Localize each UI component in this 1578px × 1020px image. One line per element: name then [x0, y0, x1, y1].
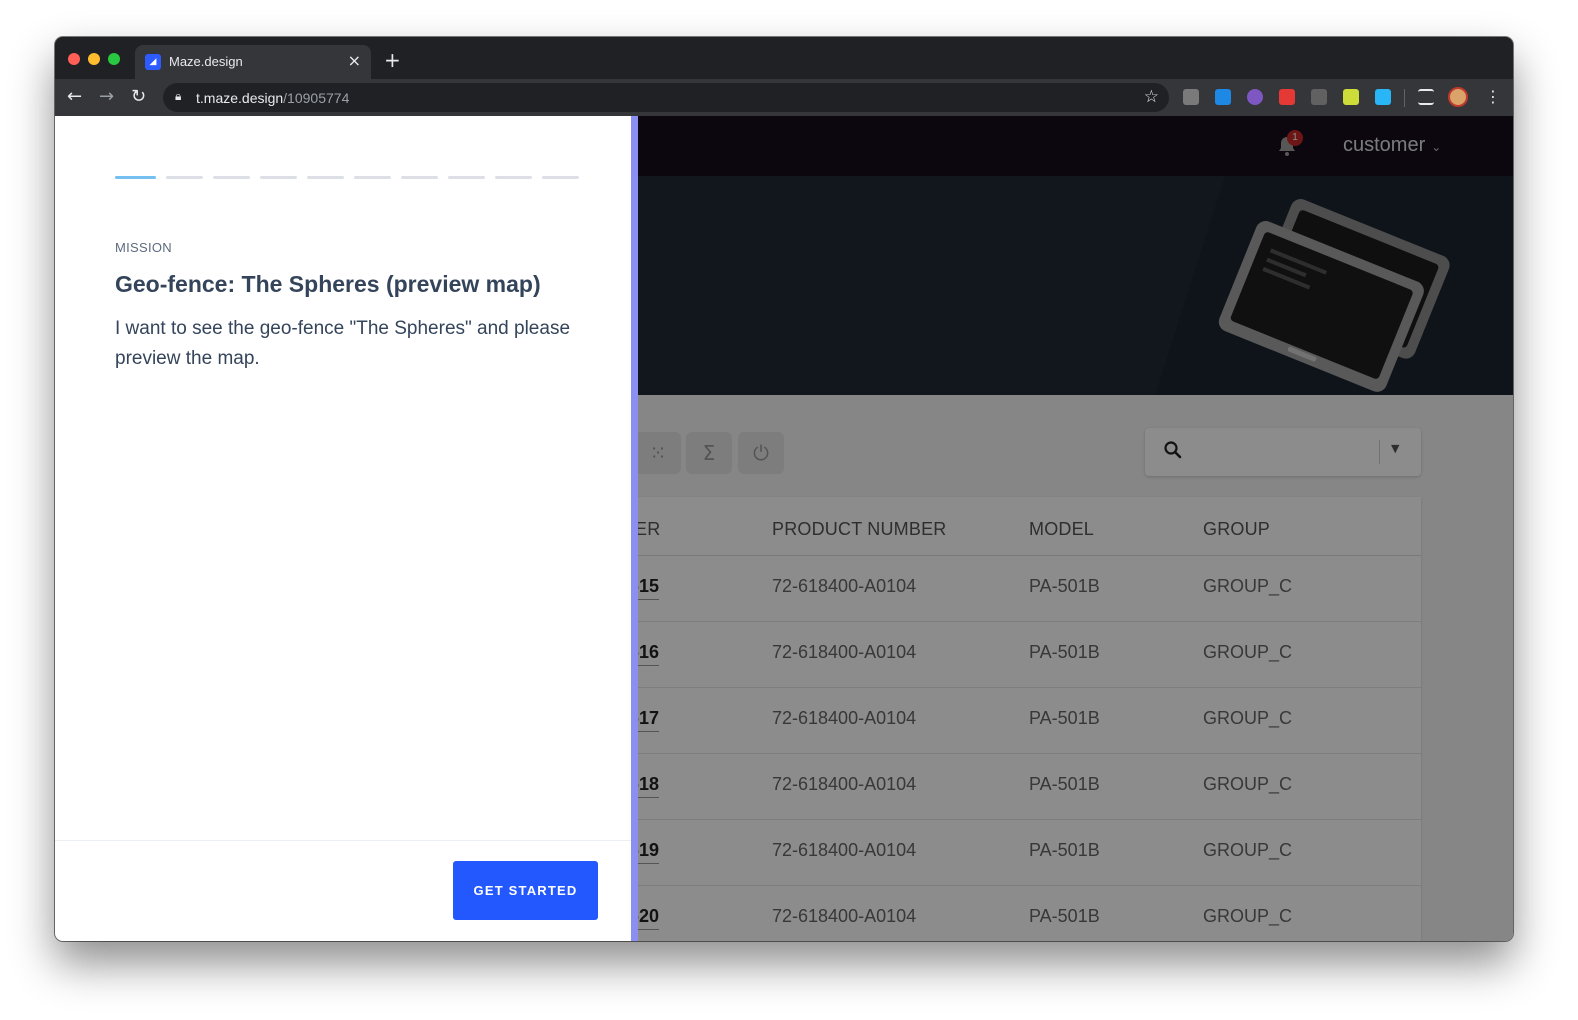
profile-avatar-icon[interactable]: [1448, 87, 1468, 107]
progress-segment: [166, 176, 203, 179]
tab-close-icon[interactable]: ×: [348, 51, 361, 70]
extension-yellow-icon[interactable]: [1343, 89, 1359, 105]
new-tab-button[interactable]: +: [384, 48, 401, 72]
extension-lock-icon[interactable]: [1375, 89, 1391, 105]
bookmark-star-icon[interactable]: ☆: [1144, 87, 1159, 107]
progress-segment: [260, 176, 297, 179]
panel-edge: [631, 116, 638, 941]
toolbar-divider: [1404, 89, 1405, 107]
progress-segment: [115, 176, 156, 179]
mission-title: Geo-fence: The Spheres (preview map): [115, 271, 541, 297]
page-viewport: 1 customer ⌄ ⁙ Σ ⏻ ▼ ER PRODUCT NUMBER M…: [55, 116, 1513, 941]
maximize-window-button[interactable]: [108, 53, 120, 65]
close-window-button[interactable]: [68, 53, 80, 65]
progress-segment: [542, 176, 579, 179]
progress-segment: [495, 176, 532, 179]
mission-kicker: MISSION: [115, 240, 172, 255]
mission-panel: MISSION Geo-fence: The Spheres (preview …: [55, 116, 631, 941]
extension-camera-icon[interactable]: [1183, 89, 1199, 105]
forward-arrow-icon[interactable]: →: [99, 86, 114, 107]
get-started-button[interactable]: GET STARTED: [453, 861, 598, 920]
extension-eyedropper-icon[interactable]: [1311, 89, 1327, 105]
address-bar[interactable]: 🔒︎ t.maze.design/10905774 ☆: [163, 83, 1169, 112]
progress-segment: [354, 176, 391, 179]
maze-favicon-icon: ◢: [145, 54, 161, 70]
extension-circle-icon[interactable]: [1247, 89, 1263, 105]
reload-icon[interactable]: ↻: [131, 86, 146, 107]
browser-menu-icon[interactable]: ⋮: [1485, 87, 1501, 106]
progress-segment: [401, 176, 438, 179]
tab-title: Maze.design: [169, 54, 243, 69]
browser-tab[interactable]: ◢ Maze.design ×: [135, 45, 371, 79]
reading-list-icon[interactable]: [1418, 89, 1434, 105]
back-arrow-icon[interactable]: ←: [67, 86, 82, 107]
extension-s-icon[interactable]: [1215, 89, 1231, 105]
panel-footer-divider: [55, 840, 631, 841]
url-text[interactable]: t.maze.design/10905774: [196, 90, 349, 106]
mission-description: I want to see the geo-fence "The Spheres…: [115, 318, 571, 369]
progress-segment: [307, 176, 344, 179]
tab-strip: ◢ Maze.design × +: [55, 37, 1513, 79]
lock-icon: 🔒︎: [175, 89, 182, 103]
browser-window: ◢ Maze.design × + ← → ↻ 🔒︎ t.maze.design…: [55, 37, 1513, 941]
browser-toolbar: ← → ↻ 🔒︎ t.maze.design/10905774 ☆ ⋮: [55, 79, 1513, 116]
progress-segment: [213, 176, 250, 179]
minimize-window-button[interactable]: [88, 53, 100, 65]
extension-red-icon[interactable]: [1279, 89, 1295, 105]
progress-segment: [448, 176, 485, 179]
